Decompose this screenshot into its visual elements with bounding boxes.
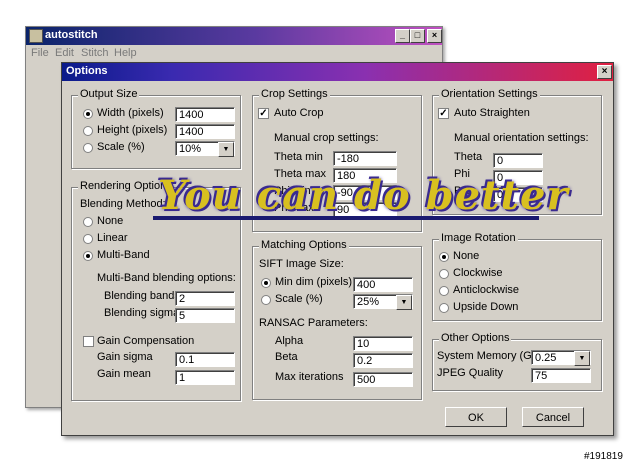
scale-label: Scale (%) [97,141,145,153]
scale-value: 10% [179,143,202,155]
theta-input[interactable]: 0 [493,153,543,168]
options-dialog: Options × Output Size Width (pixels) 140… [61,62,614,436]
gain-compensation-label: Gain Compensation [97,335,195,347]
image-id-stamp: #191819 [584,451,623,462]
gain-sigma-input[interactable]: 0.1 [175,352,235,367]
scale-select[interactable]: 10% ▼ [175,141,235,157]
jpeg-quality-label: JPEG Quality [437,367,504,379]
blend-none-radio[interactable] [83,217,93,227]
width-input[interactable]: 1400 [175,107,235,122]
blend-multiband-label: Multi-Band [97,249,150,261]
system-memory-select[interactable]: 0.25 ▼ [531,350,591,366]
close-icon[interactable]: × [597,65,612,79]
minimize-icon[interactable]: _ [395,29,410,43]
rotation-upside-down-label: Upside Down [453,301,519,313]
auto-straighten-label: Auto Straighten [454,107,530,119]
blending-bands-input[interactable]: 2 [175,291,235,306]
sift-size-label: SIFT Image Size: [259,258,344,270]
theta-label: Theta [454,151,483,163]
blending-bands-label: Blending bands [104,290,180,302]
blend-linear-radio[interactable] [83,234,93,244]
menu-help[interactable]: Help [114,47,137,59]
max-iterations-input[interactable]: 500 [353,372,413,387]
window-title: autostitch [45,29,98,41]
blend-none-label: None [97,215,124,227]
group-title: Orientation Settings [439,88,540,100]
gain-mean-label: Gain mean [97,368,151,380]
gain-mean-input[interactable]: 1 [175,370,235,385]
auto-crop-checkbox[interactable]: ✓ [258,108,269,119]
autostitch-title-bar[interactable]: autostitch _ □ × [26,27,442,45]
width-label: Width (pixels) [97,107,164,119]
app-icon [29,29,43,43]
sift-scale-label: Scale (%) [275,293,323,305]
manual-orientation-label: Manual orientation settings: [454,132,589,144]
sift-scale-value: 25% [357,296,380,308]
height-radio[interactable] [83,126,93,136]
ransac-label: RANSAC Parameters: [259,317,368,329]
alpha-label: Alpha [275,335,304,347]
max-iterations-label: Max iterations [275,371,344,383]
group-title: Output Size [78,88,140,100]
watermark-underline [153,216,539,220]
gain-sigma-label: Gain sigma [97,351,153,363]
watermark-text: You can do better [158,172,569,219]
group-title: Matching Options [259,239,349,251]
rotation-clockwise-radio[interactable] [439,269,449,279]
group-title: Crop Settings [259,88,330,100]
close-icon[interactable]: × [427,29,442,43]
blend-multiband-radio[interactable] [83,251,93,261]
alpha-input[interactable]: 10 [353,336,413,351]
blending-sigma-label: Blending sigma [104,307,180,319]
chevron-down-icon[interactable]: ▼ [574,351,590,366]
image-rotation-group: Image Rotation None Clockwise Anticlockw… [432,232,602,321]
other-options-group: Other Options System Memory (Gb) 0.25 ▼ … [432,332,602,391]
min-dim-radio[interactable] [261,278,271,288]
chevron-down-icon[interactable]: ▼ [218,142,234,157]
blending-method-label: Blending Method: [80,198,166,210]
system-memory-value: 0.25 [535,352,557,364]
rotation-none-radio[interactable] [439,252,449,262]
min-dim-input[interactable]: 400 [353,277,413,292]
group-title: Image Rotation [439,232,518,244]
rotation-none-label: None [453,250,480,262]
chevron-down-icon[interactable]: ▼ [396,295,412,310]
matching-options-group: Matching Options SIFT Image Size: Min di… [252,239,422,400]
group-title: Other Options [439,332,512,344]
system-memory-label: System Memory (Gb) [437,350,542,362]
multiband-options-label: Multi-Band blending options: [97,272,236,284]
blending-sigma-input[interactable]: 5 [175,308,235,323]
manual-crop-label: Manual crop settings: [274,132,379,144]
menu-stitch[interactable]: Stitch [81,47,109,59]
jpeg-quality-input[interactable]: 75 [531,368,591,383]
auto-crop-label: Auto Crop [274,107,324,119]
theta-min-input[interactable]: -180 [333,151,397,166]
sift-scale-radio[interactable] [261,295,271,305]
dialog-title: Options [66,65,108,77]
ok-button[interactable]: OK [445,407,507,427]
width-radio[interactable] [83,109,93,119]
gain-compensation-checkbox[interactable] [83,336,94,347]
options-title-bar[interactable]: Options × [62,63,613,81]
maximize-icon[interactable]: □ [410,29,425,43]
rotation-upside-down-radio[interactable] [439,303,449,313]
theta-min-label: Theta min [274,151,323,163]
height-label: Height (pixels) [97,124,168,136]
rotation-anticlockwise-radio[interactable] [439,286,449,296]
rotation-anticlockwise-label: Anticlockwise [453,284,520,296]
height-input[interactable]: 1400 [175,124,235,139]
menu-edit[interactable]: Edit [55,47,74,59]
scale-radio[interactable] [83,143,93,153]
rotation-clockwise-label: Clockwise [453,267,503,279]
menu-file[interactable]: File [31,47,49,59]
beta-input[interactable]: 0.2 [353,353,413,368]
sift-scale-select[interactable]: 25% ▼ [353,294,413,310]
beta-label: Beta [275,351,298,363]
output-size-group: Output Size Width (pixels) 1400 Height (… [71,88,241,169]
menu-bar: File Edit Stitch Help [26,46,442,62]
cancel-button[interactable]: Cancel [522,407,584,427]
min-dim-label: Min dim (pixels) [275,276,353,288]
auto-straighten-checkbox[interactable]: ✓ [438,108,449,119]
blend-linear-label: Linear [97,232,128,244]
